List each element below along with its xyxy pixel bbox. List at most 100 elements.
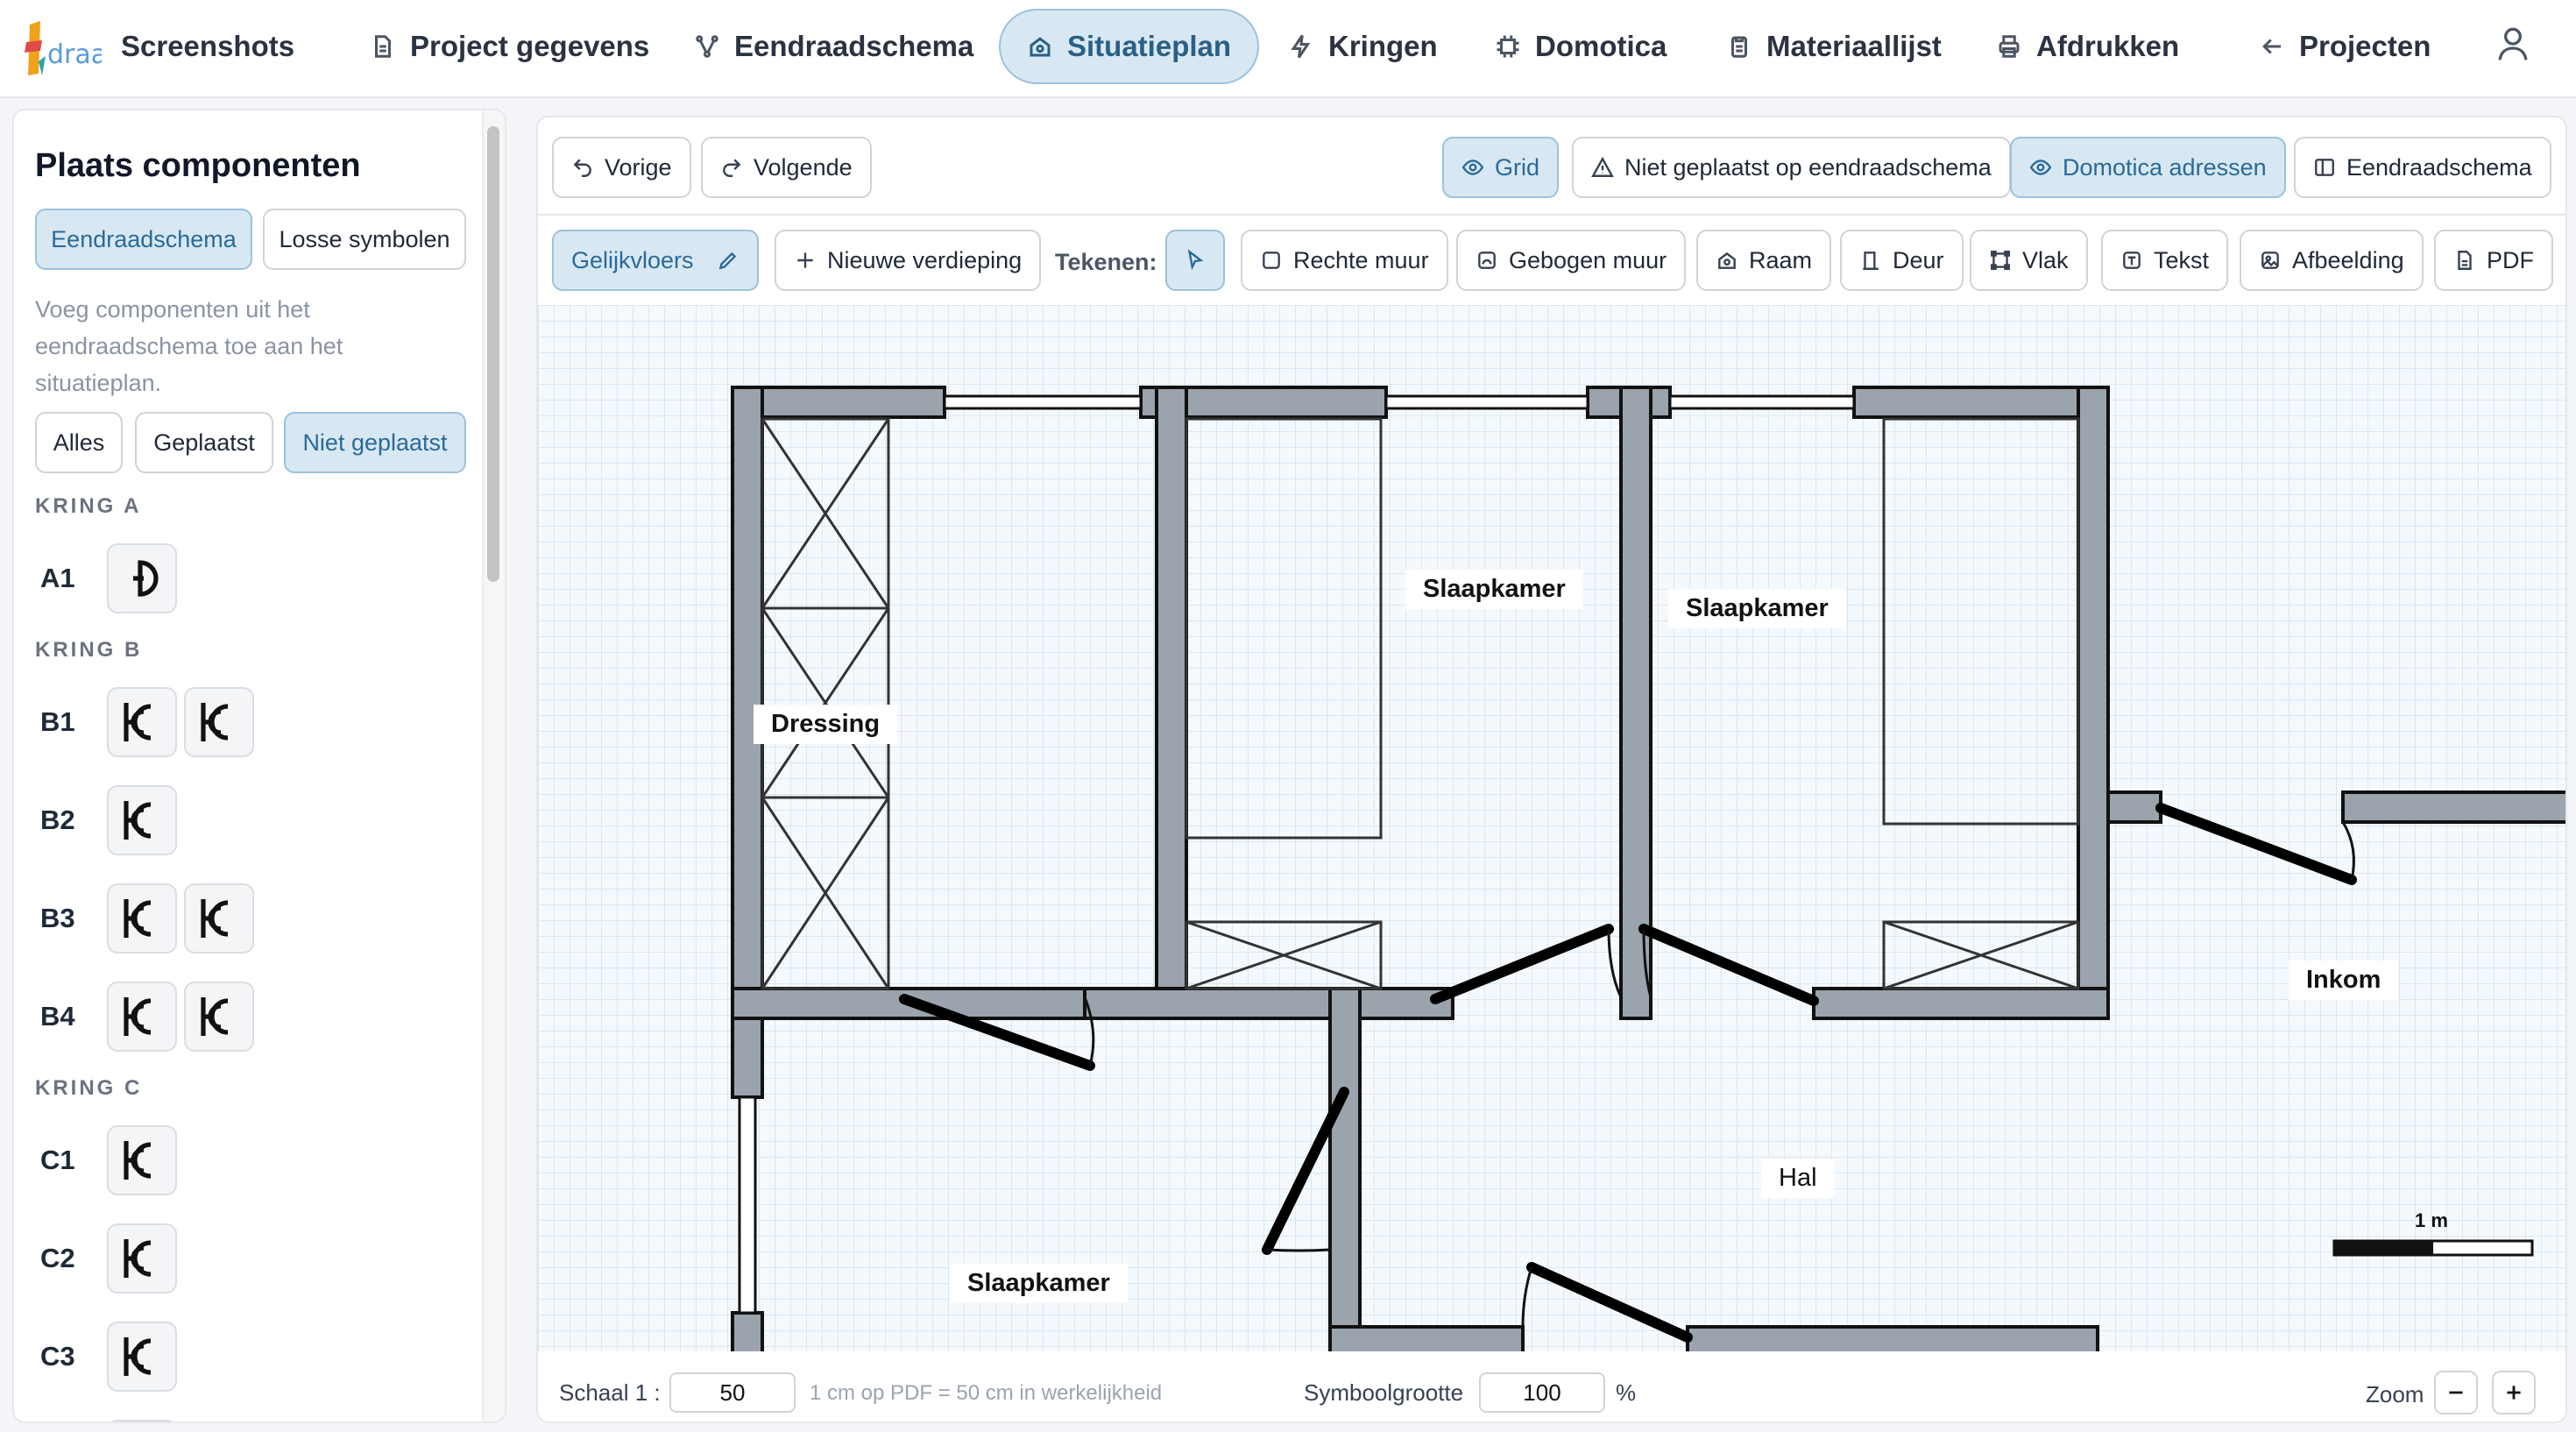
zoom-in-button[interactable] [2492,1371,2536,1414]
tool-label: Raam [1749,246,1813,273]
socket-symbol-icon[interactable] [107,1125,177,1195]
symbol-size-unit: % [1616,1379,1637,1406]
tool-image[interactable]: Afbeelding [2240,230,2424,291]
socket-symbol-glyph [201,899,229,938]
socket-symbol-icon[interactable] [107,785,177,855]
room-label[interactable]: Dressing [754,705,898,744]
filter-geplaatst[interactable]: Geplaatst [135,412,273,473]
floor-plan-drawing[interactable] [538,305,2567,1351]
socket-symbol-icon[interactable] [107,982,177,1052]
wardrobe-dressing [761,417,890,990]
new-floor-button[interactable]: Nieuwe verdieping [775,230,1042,291]
symbol-size-input[interactable]: 100 [1479,1372,1605,1413]
image-icon [2261,252,2279,269]
door-swing-arc [1607,928,1623,998]
tool-door[interactable]: Deur [1840,230,1964,291]
nav-materiaallijst[interactable]: Materiaallijst [1700,9,1968,84]
wall-segment [1328,987,1362,1351]
nav-label: Domotica [1535,30,1667,62]
nav-eendraadschema[interactable]: Eendraadschema [668,9,1000,84]
next-label: Volgende [754,153,853,181]
door-leaf [1430,924,1614,1004]
source-tab-losse-symbolen[interactable]: Losse symbolen [263,209,466,270]
door-leaf [1638,924,1819,1006]
eendraadschema-panel-button[interactable]: Eendraadschema [2294,137,2551,198]
filter-alles[interactable]: Alles [35,412,123,473]
source-tab-eendraadschema[interactable]: Eendraadschema [35,209,252,270]
tool-label: PDF [2487,246,2534,273]
pencil-icon [718,252,737,270]
room-label[interactable]: Slaapkamer [1405,570,1583,609]
domotica-addresses-toggle[interactable]: Domotica adressen [2010,137,2286,198]
socket-symbol-glyph [124,899,152,938]
eendraadschema-label: Eendraadschema [2346,153,2532,181]
kring-heading: KRING C [35,1076,143,1100]
nav-kringen[interactable]: Kringen [1262,9,1464,84]
socket-symbol-icon[interactable] [184,982,254,1052]
socket-symbol-icon[interactable] [107,687,177,757]
domotica-addresses-label: Domotica adressen [2063,153,2267,181]
floor-selector[interactable]: Gelijkvloers [552,230,759,291]
tool-text[interactable]: Tekst [2101,230,2229,291]
room-label[interactable]: Slaapkamer [1668,589,1846,628]
window-segment [738,1095,757,1315]
tool-area[interactable]: Vlak [1970,230,2088,291]
tool-pdf[interactable]: PDF [2434,230,2553,291]
grid-toggle[interactable]: Grid [1442,137,1560,198]
scale-input[interactable]: 50 [669,1372,796,1413]
user-icon[interactable] [2495,25,2530,63]
nav-project-gegevens[interactable]: Project gegevens [343,9,676,84]
socket-symbol-glyph [124,997,152,1036]
socket-symbol-icon[interactable] [184,883,254,953]
circuit-label: C1 [40,1145,75,1175]
filter-niet-geplaatst[interactable]: Niet geplaatst [284,412,466,473]
room-label[interactable]: Inkom [2289,961,2399,1000]
nav-domotica[interactable]: Domotica [1468,9,1693,84]
socket-symbol-icon[interactable] [184,687,254,757]
door-icon [1863,252,1879,270]
door-swing-arc [2341,821,2355,881]
socket-symbol-icon[interactable] [107,1322,177,1392]
wall-segment [2341,790,2565,824]
socket-symbol-icon[interactable] [107,1420,177,1421]
kring-heading: KRING A [35,494,142,518]
tool-curved-wall[interactable]: Gebogen muur [1456,230,1687,291]
next-button[interactable]: Volgende [701,137,872,198]
nav-situatieplan[interactable]: Situatieplan [999,9,1260,84]
room-label[interactable]: Hal [1761,1159,1835,1198]
scale-label: Schaal 1 : [559,1379,661,1406]
tool-label: Deur [1893,246,1944,273]
sidebar-description: Voeg componenten uit het eendraadschema … [35,296,343,396]
room-label[interactable]: Slaapkamer [950,1264,1128,1303]
floor-plan-canvas[interactable]: Dressing Slaapkamer Slaapkamer Inkom Hal… [538,305,2567,1351]
nav-projecten[interactable]: Projecten [2233,9,2457,84]
socket-symbol-icon[interactable] [107,883,177,953]
sidebar-scrollbar[interactable] [482,110,505,1421]
select-tool[interactable] [1165,230,1225,291]
zoom-out-button[interactable] [2434,1371,2478,1414]
window-icon [1718,252,1736,269]
bolt-icon [1291,34,1311,59]
socket-symbol-icon[interactable] [107,1223,177,1294]
wall-segment [731,386,946,419]
top-navigation: draad Screenshots Project gegevens Eendr… [0,0,2576,98]
branch-icon [696,35,718,58]
sidebar-scroll-thumb[interactable] [487,126,499,582]
bed-bedroom [1185,417,1383,840]
warning-icon [1591,156,1614,177]
door-leaf [2155,803,2357,885]
not-placed-warning-button[interactable]: Niet geplaatst op eendraadschema [1572,137,2011,198]
nav-afdrukken[interactable]: Afdrukken [1970,9,2205,84]
circuit-label: C2 [40,1243,75,1273]
app-logo[interactable]: draad [21,18,102,79]
tool-window[interactable]: Raam [1696,230,1832,291]
circuit-label: C3 [40,1341,75,1372]
switch-symbol-icon[interactable] [107,543,177,613]
wardrobe-bedroom [1882,920,2080,990]
tool-label: Afbeelding [2292,246,2404,273]
tool-straight-wall[interactable]: Rechte muur [1241,230,1448,291]
previous-button[interactable]: Vorige [552,137,691,198]
redo-arrow-icon [723,159,741,177]
door-leaf [1526,1262,1693,1343]
nav-brand-screenshots[interactable]: Screenshots [95,9,321,84]
